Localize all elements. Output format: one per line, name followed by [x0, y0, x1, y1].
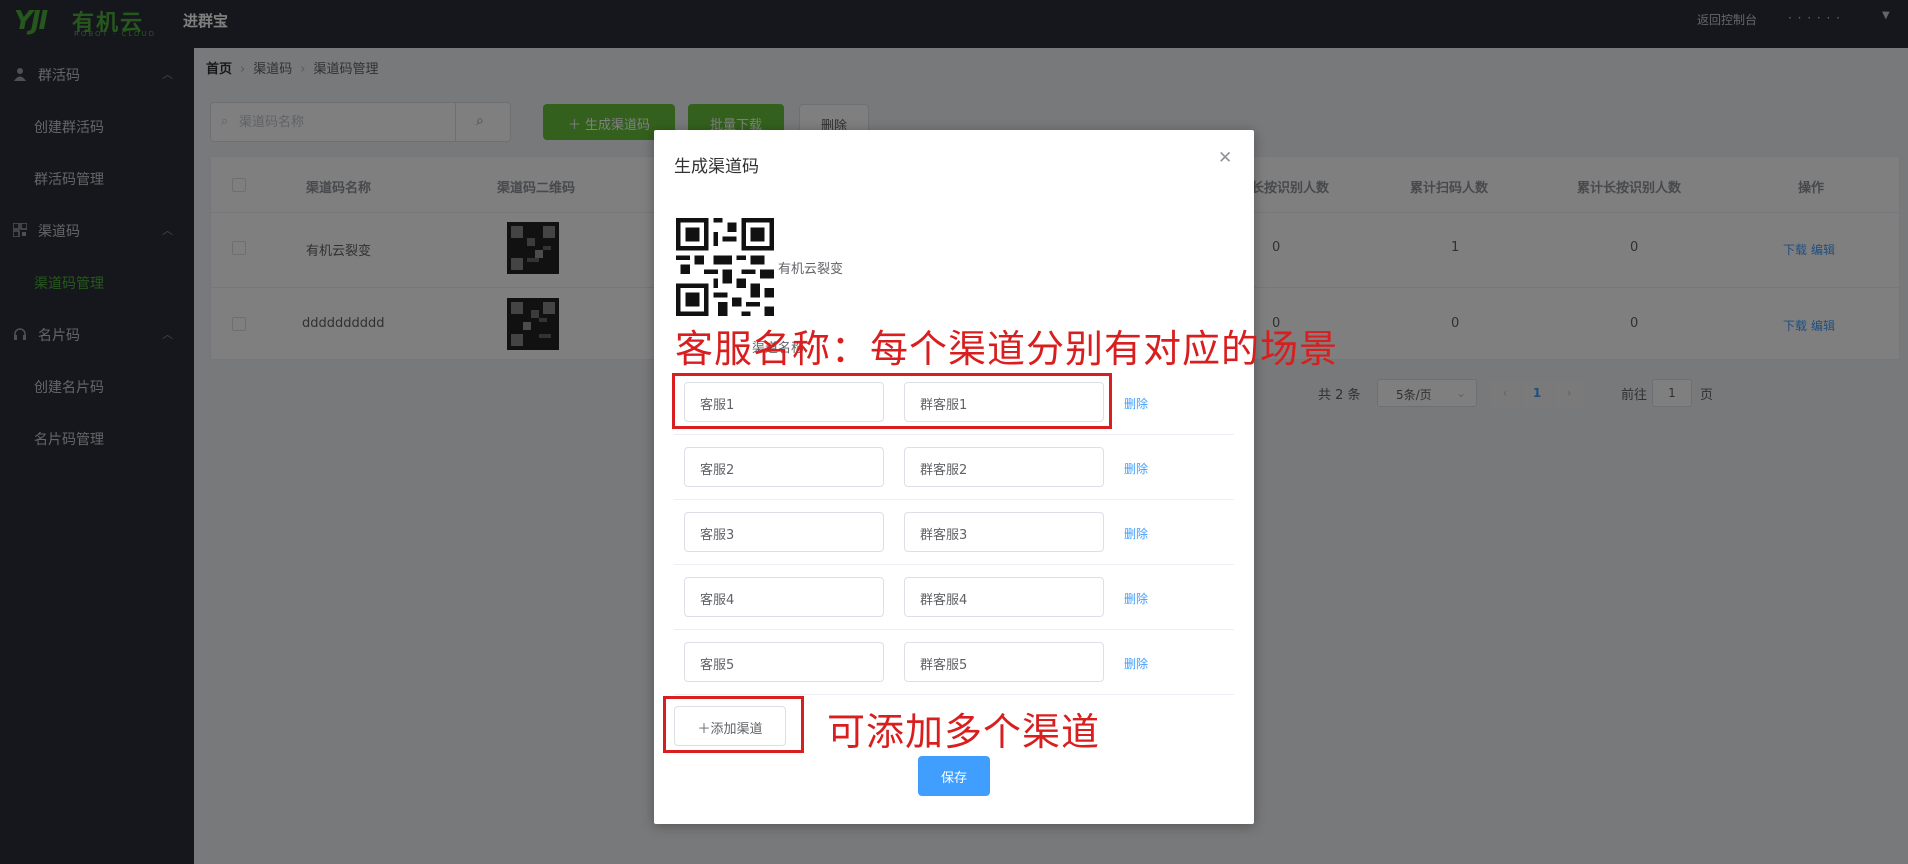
service-name-value: 客服2: [700, 463, 735, 478]
service-name-value: 客服4: [700, 593, 735, 608]
service-name-input[interactable]: 客服3: [684, 512, 884, 552]
group-service-value: 群客服4: [920, 593, 968, 608]
save-button[interactable]: 保存: [918, 756, 990, 796]
delete-row-link[interactable]: 删除: [1124, 395, 1148, 412]
annotation-box-add-channel: [663, 696, 804, 753]
group-service-value: 群客服3: [920, 528, 968, 543]
close-icon[interactable]: ✕: [1218, 148, 1232, 168]
annotation-add-channel: 可添加多个渠道: [827, 710, 1101, 754]
service-name-input[interactable]: 客服4: [684, 577, 884, 617]
service-name-value: 客服5: [700, 658, 735, 673]
delete-row-link[interactable]: 删除: [1124, 460, 1148, 477]
group-service-value: 群客服5: [920, 658, 968, 673]
service-name-input[interactable]: 客服2: [684, 447, 884, 487]
dialog-title: 生成渠道码: [674, 157, 759, 177]
delete-row-link[interactable]: 删除: [1124, 525, 1148, 542]
group-service-input[interactable]: 群客服4: [904, 577, 1104, 617]
service-name-input[interactable]: 客服5: [684, 642, 884, 682]
delete-row-link[interactable]: 删除: [1124, 655, 1148, 672]
service-name-value: 客服3: [700, 528, 735, 543]
annotation-service-name: 客服名称：每个渠道分别有对应的场景: [675, 327, 1339, 371]
channel-row: 客服2 群客服2 删除: [674, 435, 1234, 500]
qr-code-label: 有机云裂变: [778, 262, 844, 277]
qr-code-image: [676, 218, 774, 316]
channel-row: 客服5 群客服5 删除: [674, 630, 1234, 695]
annotation-box-service-row: [672, 373, 1112, 429]
group-service-input[interactable]: 群客服3: [904, 512, 1104, 552]
group-service-value: 群客服2: [920, 463, 968, 478]
channel-row: 客服3 群客服3 删除: [674, 500, 1234, 565]
channel-row: 客服4 群客服4 删除: [674, 565, 1234, 630]
group-service-input[interactable]: 群客服2: [904, 447, 1104, 487]
delete-row-link[interactable]: 删除: [1124, 590, 1148, 607]
save-label: 保存: [940, 771, 967, 786]
group-service-input[interactable]: 群客服5: [904, 642, 1104, 682]
